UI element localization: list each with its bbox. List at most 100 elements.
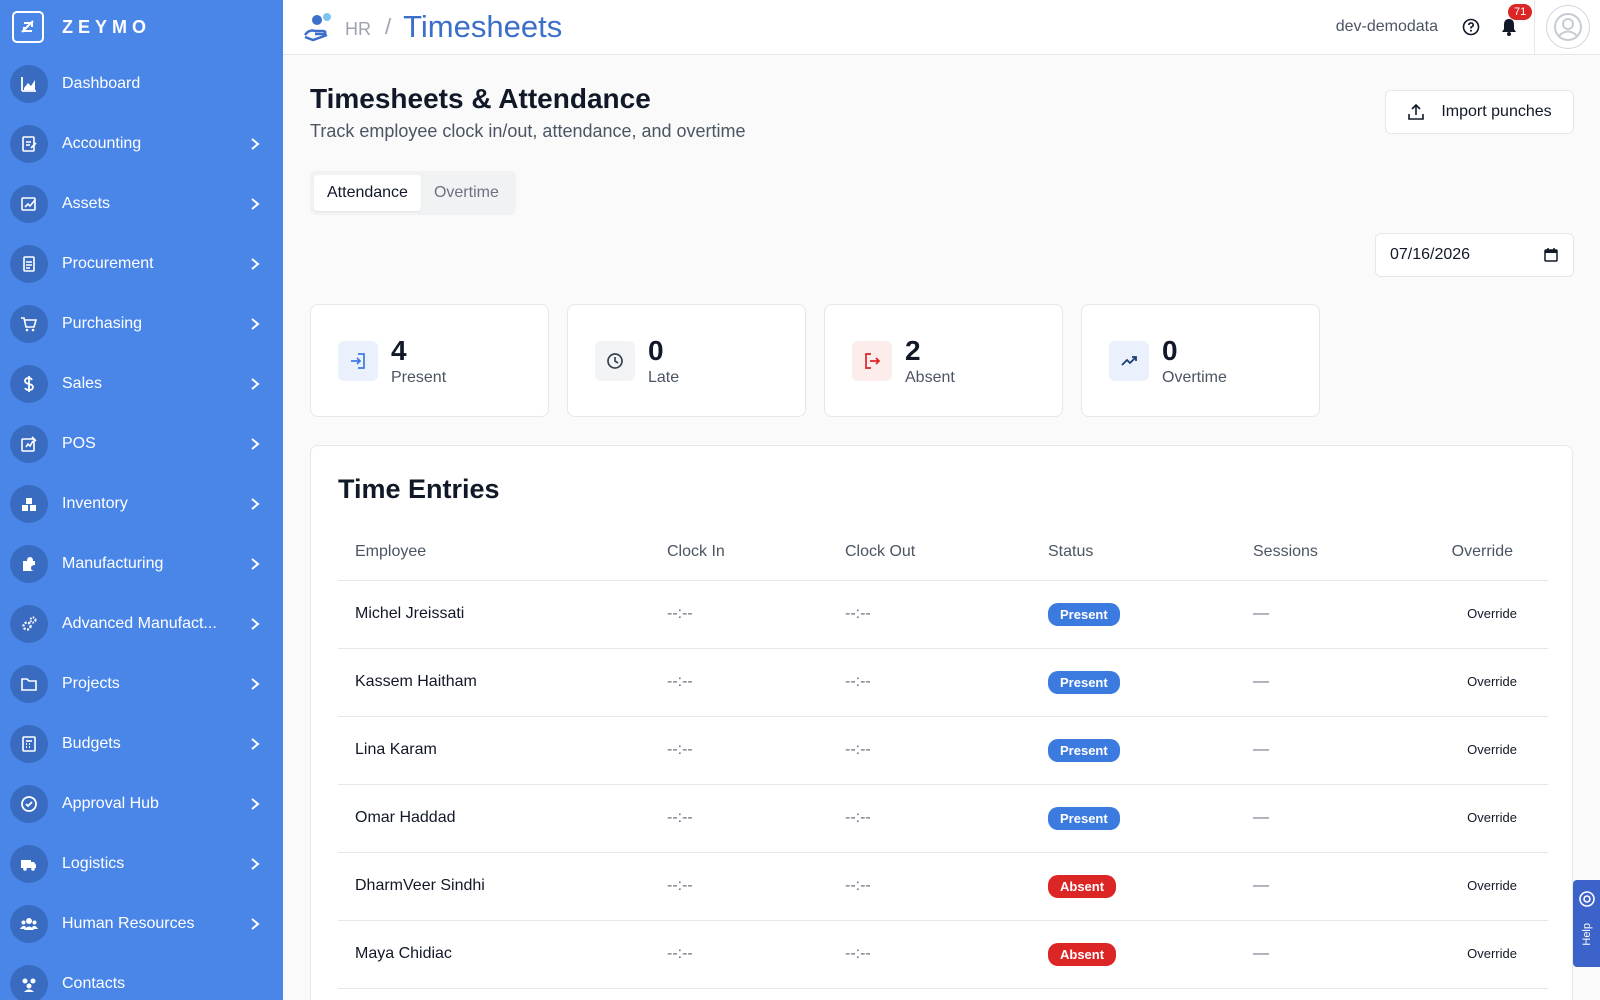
hr-module-icon[interactable]: [299, 9, 335, 45]
clock-out: --:--: [828, 852, 1031, 921]
import-punches-button[interactable]: Import punches: [1385, 90, 1574, 134]
employee-name: DharmVeer Sindhi: [338, 852, 650, 921]
clock-in: --:--: [650, 920, 828, 989]
stat-label: Absent: [905, 368, 955, 386]
override-button[interactable]: Override: [1467, 878, 1517, 893]
clock-in: --:--: [650, 852, 828, 921]
view-tabs: Attendance Overtime: [310, 171, 516, 215]
override-button[interactable]: Override: [1467, 742, 1517, 757]
login-icon: [338, 340, 378, 381]
sidebar-item-pos[interactable]: POS: [0, 414, 283, 474]
sidebar-item-approval-hub[interactable]: Approval Hub: [0, 774, 283, 834]
contacts-icon: [10, 965, 48, 1000]
calculator-icon: [10, 725, 48, 763]
user-avatar[interactable]: [1545, 5, 1590, 49]
sidebar-item-advanced-manufact[interactable]: Advanced Manufact...: [0, 594, 283, 654]
chevron-right-icon: [247, 556, 263, 572]
sidebar-item-logistics[interactable]: Logistics: [0, 834, 283, 894]
clock-out: --:--: [828, 920, 1031, 989]
stat-label: Overtime: [1162, 368, 1227, 386]
ledger-icon: [10, 125, 48, 163]
brand-logo-icon: [12, 11, 44, 43]
boxes-icon: [10, 485, 48, 523]
stat-value: 0: [648, 334, 664, 366]
override-button[interactable]: Override: [1467, 674, 1517, 689]
chevron-right-icon: [247, 196, 263, 212]
sidebar-item-sales[interactable]: Sales: [0, 354, 283, 414]
date-value: 07/16/2026: [1390, 246, 1471, 263]
clock-in: --:--: [650, 648, 828, 717]
sessions: —: [1236, 920, 1407, 989]
column-header: Clock In: [650, 524, 828, 581]
clock-in: --:--: [650, 716, 828, 785]
org-switcher[interactable]: dev-demodata: [1336, 18, 1438, 36]
override-button[interactable]: Override: [1467, 810, 1517, 825]
sidebar-item-assets[interactable]: Assets: [0, 174, 283, 234]
chevron-right-icon: [247, 616, 263, 632]
employee-name: Maya Chidiac: [338, 920, 650, 989]
sidebar-item-label: Contacts: [62, 975, 126, 992]
chevron-right-icon: [247, 856, 263, 872]
status-badge: Present: [1048, 738, 1120, 762]
override-button[interactable]: Override: [1467, 606, 1517, 621]
asset-icon: [10, 185, 48, 223]
column-header: Status: [1031, 524, 1236, 581]
stat-card-absent: 2 Absent: [824, 304, 1063, 417]
document-icon: [10, 245, 48, 283]
tab-overtime[interactable]: Overtime: [421, 175, 512, 211]
sidebar-item-human-resources[interactable]: Human Resources: [0, 894, 283, 954]
sidebar-item-inventory[interactable]: Inventory: [0, 474, 283, 534]
sidebar-item-dashboard[interactable]: Dashboard: [0, 54, 283, 114]
upload-icon: [1407, 103, 1425, 121]
date-picker-input[interactable]: 07/16/2026: [1375, 233, 1574, 277]
sidebar-item-label: Accounting: [62, 135, 142, 152]
help-circle-icon[interactable]: [1460, 16, 1482, 38]
check-circle-icon: [10, 785, 48, 823]
clock-out: --:--: [828, 648, 1031, 717]
status-badge: Absent: [1048, 874, 1117, 898]
chevron-right-icon: [247, 796, 263, 812]
column-header: Employee: [338, 524, 650, 581]
topbar: HR / Timesheets dev-demodata 71: [283, 0, 1600, 55]
clock-out: --:--: [828, 784, 1031, 853]
employee-name: Omar Haddad: [338, 784, 650, 853]
breadcrumb-hr[interactable]: HR: [345, 19, 371, 40]
notifications-bell-icon[interactable]: 71: [1498, 4, 1533, 38]
sidebar-item-projects[interactable]: Projects: [0, 654, 283, 714]
sidebar: ZEYMO Dashboard Accounting Assets Procureme…: [0, 0, 283, 1000]
puzzle-icon: [10, 545, 48, 583]
sidebar-item-manufacturing[interactable]: Manufacturing: [0, 534, 283, 594]
sidebar-item-label: Advanced Manufact...: [62, 615, 217, 632]
sidebar-item-label: POS: [62, 435, 96, 452]
calendar-icon[interactable]: [1543, 247, 1559, 263]
sidebar-item-accounting[interactable]: Accounting: [0, 114, 283, 174]
override-button[interactable]: Override: [1467, 946, 1517, 961]
sidebar-item-procurement[interactable]: Procurement: [0, 234, 283, 294]
table-row: Lina Karam --:-- --:-- Present — Override: [338, 716, 1548, 785]
sidebar-item-purchasing[interactable]: Purchasing: [0, 294, 283, 354]
chevron-right-icon: [247, 256, 263, 272]
sidebar-item-budgets[interactable]: Budgets: [0, 714, 283, 774]
sidebar-item-label: Procurement: [62, 255, 154, 272]
chevron-right-icon: [247, 916, 263, 932]
brand-name: ZEYMO: [62, 16, 152, 37]
status-badge: Present: [1048, 602, 1120, 626]
time-entries-card: Time Entries Employee Clock In Clock Out…: [310, 445, 1573, 1000]
clock-out: --:--: [828, 580, 1031, 649]
clock-in: --:--: [650, 784, 828, 853]
employee-name: Lina Karam: [338, 716, 650, 785]
chevron-right-icon: [247, 316, 263, 332]
column-header: Sessions: [1236, 524, 1407, 581]
help-tab[interactable]: Help: [1573, 880, 1600, 967]
table-row: Omar Haddad --:-- --:-- Present — Override: [338, 784, 1548, 853]
sidebar-item-contacts[interactable]: Contacts: [0, 954, 283, 1000]
status-badge: Present: [1048, 670, 1120, 694]
chevron-right-icon: [247, 436, 263, 452]
sidebar-item-label: Sales: [62, 375, 103, 392]
truck-icon: [10, 845, 48, 883]
stat-label: Present: [391, 368, 447, 386]
time-entries-table: Employee Clock In Clock Out Status Sessi…: [338, 524, 1548, 989]
brand[interactable]: ZEYMO: [0, 0, 283, 54]
tab-attendance[interactable]: Attendance: [314, 175, 421, 211]
sidebar-nav: Dashboard Accounting Assets Procurement Purc…: [0, 54, 283, 1000]
